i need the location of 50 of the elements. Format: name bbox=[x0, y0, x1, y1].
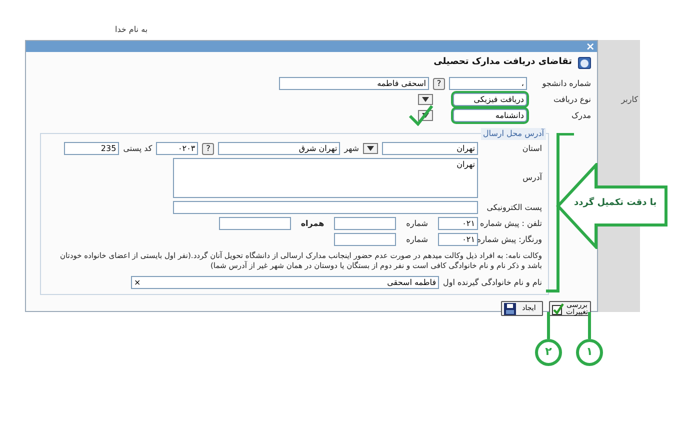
step-marker: ۱ bbox=[576, 339, 603, 366]
city-code-field[interactable]: ۰۲۰۳ bbox=[156, 142, 198, 155]
fax-prefix-field[interactable]: ۰۲۱ bbox=[438, 233, 478, 246]
field-label: همراه bbox=[300, 218, 324, 230]
receipt-type-select[interactable]: دریافت فیزیکی bbox=[453, 93, 527, 106]
lookup-button[interactable]: ? bbox=[433, 78, 445, 90]
fax-number-field[interactable] bbox=[334, 233, 396, 246]
fieldset-legend: آدرس محل ارسال bbox=[480, 128, 546, 140]
field-label: مدرک bbox=[570, 110, 591, 122]
student-name-field[interactable]: اسحقی فاطمه bbox=[279, 77, 429, 90]
caret-icon bbox=[367, 146, 374, 151]
panel-label: کاربر bbox=[621, 94, 638, 106]
phone-prefix-field[interactable]: ۰۲۱ bbox=[438, 217, 478, 230]
province-select[interactable]: تهران bbox=[382, 142, 478, 155]
field-label: کد پستی bbox=[123, 142, 152, 154]
field-label: نام و نام خانوادگی گیرنده اول bbox=[443, 276, 542, 288]
recipient-field[interactable]: فاطمه اسحقی × bbox=[131, 276, 440, 289]
field-label: پست الکترونیکی bbox=[486, 202, 542, 214]
caret-icon bbox=[422, 97, 429, 102]
city-field[interactable]: تهران شرق bbox=[218, 142, 340, 155]
dropdown-button[interactable] bbox=[363, 143, 378, 154]
field-label: نوع دریافت bbox=[552, 94, 591, 106]
lookup-button[interactable]: ? bbox=[202, 142, 214, 154]
step-marker: ۲ bbox=[535, 339, 562, 366]
clear-button[interactable]: × bbox=[134, 278, 141, 286]
leader-line bbox=[588, 312, 591, 339]
field-label: شماره دانشجو bbox=[540, 78, 591, 90]
document-select[interactable]: دانشنامه bbox=[453, 109, 527, 122]
field-value: فاطمه اسحقی bbox=[387, 276, 436, 288]
address-field[interactable]: تهران bbox=[173, 158, 478, 198]
field-label: آدرس bbox=[522, 172, 542, 184]
field-label: استان bbox=[521, 142, 542, 154]
field-label: شماره bbox=[406, 234, 428, 246]
callout-text: با دقت تکمیل گردد bbox=[574, 197, 657, 210]
mobile-field[interactable] bbox=[218, 217, 291, 230]
field-label: شماره bbox=[406, 218, 428, 230]
help-icon[interactable] bbox=[578, 57, 591, 69]
page-heading: به نام خدا bbox=[115, 24, 148, 36]
email-field[interactable] bbox=[173, 201, 478, 214]
check-mark-icon bbox=[408, 104, 434, 126]
phone-number-field[interactable] bbox=[334, 217, 396, 230]
leader-line bbox=[547, 312, 550, 339]
check-icon bbox=[552, 302, 564, 314]
field-label: تلفن : پیش شماره bbox=[482, 218, 542, 230]
student-number-field[interactable]: ، bbox=[449, 77, 527, 90]
dropdown-button[interactable] bbox=[418, 94, 433, 105]
postal-code-field[interactable]: 235 bbox=[64, 142, 120, 155]
caret-icon bbox=[422, 113, 429, 118]
field-label: شهر bbox=[344, 142, 359, 154]
dialog-title: تقاضای دریافت مدارک تحصیلی bbox=[434, 56, 572, 70]
